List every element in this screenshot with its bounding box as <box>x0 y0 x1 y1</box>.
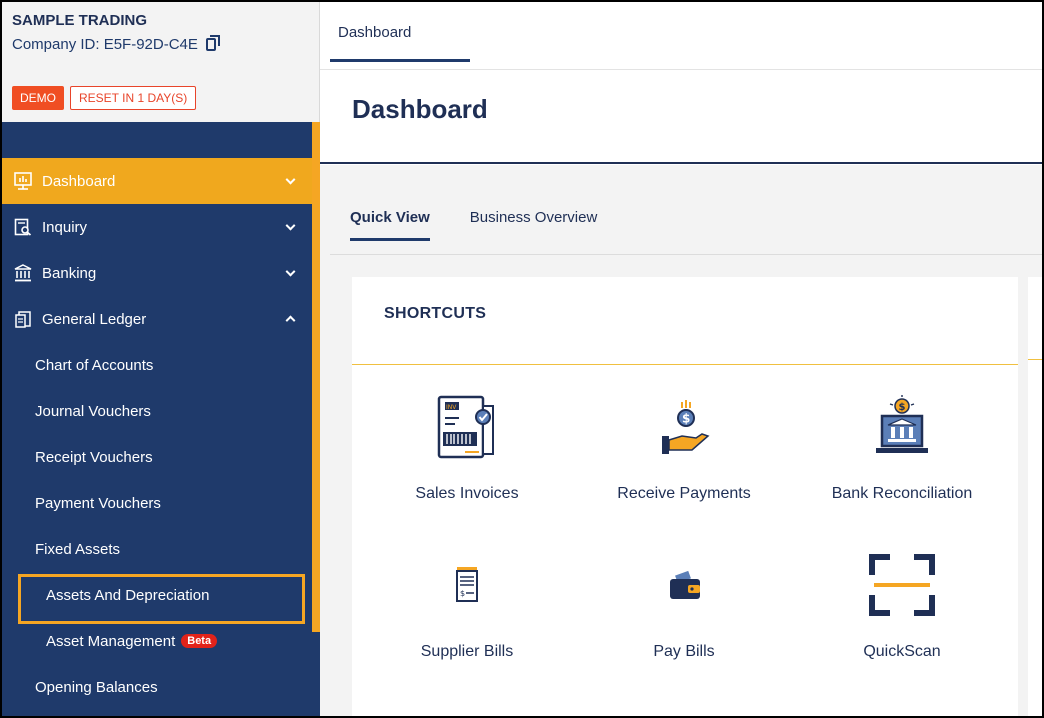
sidebar-scrollbar[interactable] <box>312 122 320 632</box>
shortcut-sales-invoices[interactable]: INV Sales Invoices <box>367 387 567 503</box>
beta-badge: Beta <box>181 634 218 648</box>
sidebar-item-label: Dashboard <box>42 172 116 190</box>
shortcut-supplier-bills[interactable]: $ Supplier Bills <box>367 545 567 661</box>
sidebar-item-assets-and-depreciation[interactable]: Assets And Depreciation <box>2 572 312 624</box>
chevron-up-icon <box>285 315 296 326</box>
wallet-icon <box>584 545 784 625</box>
copy-icon[interactable] <box>205 35 220 51</box>
scan-icon <box>802 545 1002 625</box>
sidebar-item-receipt-vouchers[interactable]: Receipt Vouchers <box>2 434 312 480</box>
ledger-icon <box>14 310 32 328</box>
badges: DEMO RESET IN 1 DAY(S) <box>12 86 197 110</box>
card-divider <box>352 364 1018 365</box>
sidebar-item-label: Inquiry <box>42 218 88 236</box>
sidebar: SAMPLE TRADING Company ID: E5F-92D-C4E D… <box>2 2 320 716</box>
active-tab-indicator <box>330 59 470 62</box>
shortcut-label: QuickScan <box>863 643 941 660</box>
view-tabs: Quick View Business Overview <box>350 209 597 241</box>
shortcut-label: Sales Invoices <box>415 485 519 502</box>
tab-quick-view[interactable]: Quick View <box>350 209 430 241</box>
shortcut-pay-bills[interactable]: Pay Bills <box>584 545 784 661</box>
shortcut-label: Bank Reconciliation <box>831 485 973 502</box>
highlight-box <box>18 574 305 624</box>
reset-badge: RESET IN 1 DAY(S) <box>70 86 197 110</box>
page-header: Dashboard <box>320 70 1042 164</box>
inquiry-icon <box>14 218 32 236</box>
sidebar-item-general-ledger[interactable]: General Ledger <box>2 296 312 342</box>
demo-badge: DEMO <box>12 86 64 110</box>
receive-payment-icon: $ <box>584 387 784 467</box>
supplier-bill-icon: $ <box>367 545 567 625</box>
adjacent-card <box>1028 277 1042 716</box>
card-title: SHORTCUTS <box>384 305 487 322</box>
sidebar-nav: Dashboard Inquiry Banking General Ledger… <box>2 158 312 710</box>
company-name: SAMPLE TRADING <box>12 12 147 29</box>
sidebar-item-label: General Ledger <box>42 310 147 328</box>
sidebar-item-label: Asset Management <box>46 632 176 650</box>
chevron-down-icon <box>285 266 296 277</box>
sidebar-item-label: Fixed Assets <box>35 540 121 558</box>
sidebar-item-opening-balances[interactable]: Opening Balances <box>2 664 312 710</box>
bank-icon <box>14 264 32 282</box>
chevron-down-icon <box>285 220 296 231</box>
sidebar-item-fixed-assets[interactable]: Fixed Assets <box>2 526 312 572</box>
page-title: Dashboard <box>352 94 488 124</box>
main-content: Quick View Business Overview SHORTCUTS I… <box>320 165 1042 716</box>
shortcut-quickscan[interactable]: QuickScan <box>802 545 1002 661</box>
invoice-icon: INV <box>367 387 567 467</box>
tabs-divider <box>330 254 1042 255</box>
app-frame: SAMPLE TRADING Company ID: E5F-92D-C4E D… <box>0 0 1044 718</box>
company-panel: SAMPLE TRADING Company ID: E5F-92D-C4E D… <box>2 2 320 122</box>
dashboard-icon <box>14 172 32 190</box>
shortcut-bank-reconciliation[interactable]: $ Bank Reconciliation <box>802 387 1002 503</box>
tab-business-overview[interactable]: Business Overview <box>470 209 598 241</box>
shortcut-label: Receive Payments <box>617 485 751 502</box>
company-id: Company ID: E5F-92D-C4E <box>12 35 220 53</box>
sidebar-item-inquiry[interactable]: Inquiry <box>2 204 312 250</box>
sidebar-item-banking[interactable]: Banking <box>2 250 312 296</box>
svg-text:$: $ <box>899 402 906 413</box>
company-id-text: Company ID: E5F-92D-C4E <box>12 36 198 53</box>
svg-text:$: $ <box>682 412 690 426</box>
svg-text:INV: INV <box>446 404 457 411</box>
sidebar-item-label: Banking <box>42 264 97 282</box>
sidebar-item-dashboard[interactable]: Dashboard <box>2 158 312 204</box>
sidebar-item-journal-vouchers[interactable]: Journal Vouchers <box>2 388 312 434</box>
svg-text:$: $ <box>460 589 465 598</box>
shortcuts-card: SHORTCUTS INV Sales Invoices $ Receive P… <box>352 277 1018 716</box>
top-tab-bar: Dashboard <box>320 2 1042 70</box>
sidebar-item-asset-management[interactable]: Asset Management Beta <box>2 618 312 664</box>
tab-dashboard[interactable]: Dashboard <box>338 24 411 41</box>
bank-reconciliation-icon: $ <box>802 387 1002 467</box>
sidebar-item-chart-of-accounts[interactable]: Chart of Accounts <box>2 342 312 388</box>
shortcut-label: Supplier Bills <box>420 643 514 660</box>
sidebar-item-payment-vouchers[interactable]: Payment Vouchers <box>2 480 312 526</box>
card-divider <box>1028 359 1042 360</box>
shortcut-receive-payments[interactable]: $ Receive Payments <box>584 387 784 503</box>
chevron-down-icon <box>285 174 296 185</box>
shortcut-label: Pay Bills <box>653 643 715 660</box>
